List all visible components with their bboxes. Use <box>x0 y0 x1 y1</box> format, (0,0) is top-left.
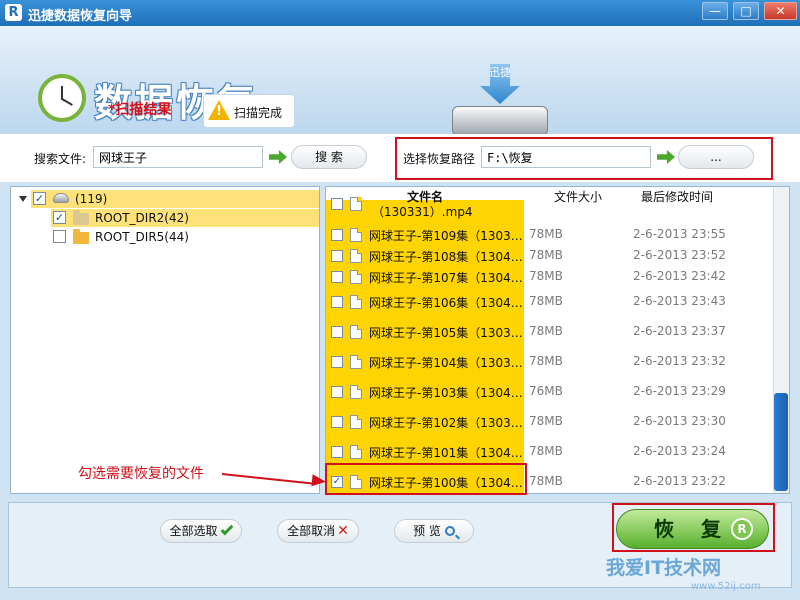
file-row-size: 76MB <box>529 384 563 398</box>
file-icon <box>350 228 362 242</box>
close-button[interactable]: ✕ <box>764 2 797 20</box>
file-row-date: 2-6-2013 23:52 <box>633 248 726 262</box>
scan-status-box: 扫描完成 <box>203 94 295 128</box>
watermark-text: 我爱IT技术网 <box>606 557 722 579</box>
file-row-date: 2-6-2013 23:29 <box>633 384 726 398</box>
file-icon <box>350 445 362 459</box>
file-icon <box>350 415 362 429</box>
tree-root-label: (119) <box>75 192 108 206</box>
file-row-date: 2-6-2013 23:55 <box>633 227 726 241</box>
tree-item-root-dir5[interactable]: ROOT_DIR5(44) <box>51 228 319 246</box>
file-row-checkbox[interactable] <box>331 271 343 283</box>
annotation-arrow-icon <box>311 474 327 488</box>
file-row-checkbox[interactable] <box>331 296 343 308</box>
file-row-date: 2-6-2013 23:30 <box>633 414 726 428</box>
file-row-size: 78MB <box>529 474 563 488</box>
file-row-checkbox[interactable] <box>331 416 343 428</box>
select-all-label: 全部选取 <box>169 524 218 538</box>
watermark-url: www.52ij.com <box>691 581 761 592</box>
cross-icon: ✕ <box>337 523 349 539</box>
selected-file-highlight-box <box>325 463 527 495</box>
column-header-size[interactable]: 文件大小 <box>554 188 602 205</box>
file-row-checkbox[interactable] <box>331 386 343 398</box>
scrollbar-thumb[interactable] <box>774 393 788 491</box>
deselect-all-label: 全部取消 <box>287 524 336 538</box>
file-row-date: 2-6-2013 23:43 <box>633 294 726 308</box>
file-icon <box>350 385 362 399</box>
select-all-button[interactable]: 全部选取 <box>160 519 242 543</box>
file-row-checkbox[interactable] <box>331 229 343 241</box>
tree-expand-icon[interactable] <box>19 196 27 202</box>
file-row-date: 2-6-2013 23:24 <box>633 444 726 458</box>
warning-icon <box>208 100 230 120</box>
file-row-name[interactable]: 网球王子-第104集（1303… <box>369 354 523 371</box>
title-bar: R 迅捷数据恢复向导 — □ ✕ <box>0 0 800 26</box>
window-title: 迅捷数据恢复向导 <box>28 9 133 24</box>
file-row-size: 78MB <box>529 414 563 428</box>
preview-button[interactable]: 预 览 <box>394 519 474 543</box>
file-row-name[interactable]: 网球王子-第105集（1303… <box>369 324 523 341</box>
file-row-size: 78MB <box>529 444 563 458</box>
folder-tree[interactable]: ✓ (119) ✓ ROOT_DIR2(42) ROOT_DIR5(44) <box>10 186 320 494</box>
file-row-size: 78MB <box>529 354 563 368</box>
search-input[interactable] <box>93 146 263 168</box>
file-row-name[interactable]: 网球王子-第106集（1304… <box>369 294 523 311</box>
file-row-size: 78MB <box>529 269 563 283</box>
check-icon <box>220 522 233 536</box>
tree-item-label: ROOT_DIR2(42) <box>95 211 189 225</box>
disk-icon <box>53 193 69 203</box>
tree-item-label: ROOT_DIR5(44) <box>95 230 189 244</box>
folder-icon <box>73 229 89 244</box>
file-icon <box>350 325 362 339</box>
tree-item-root-dir2[interactable]: ✓ ROOT_DIR2(42) <box>51 209 319 227</box>
annotation-text: 勾选需要恢复的文件 <box>78 466 204 482</box>
scan-status-text: 扫描完成 <box>234 106 283 120</box>
maximize-button[interactable]: □ <box>733 2 759 20</box>
file-row-date: 2-6-2013 23:42 <box>633 269 726 283</box>
file-row-date: 2-6-2013 23:32 <box>633 354 726 368</box>
file-row-name[interactable]: 网球王子-第108集（1304… <box>369 248 523 265</box>
file-icon <box>350 355 362 369</box>
file-row-name[interactable]: 网球王子-第101集（1304… <box>369 444 523 461</box>
file-row-date: 2-6-2013 23:22 <box>633 474 726 488</box>
clock-icon <box>38 74 86 122</box>
file-icon <box>350 270 362 284</box>
file-row-name[interactable]: 网球王子-第102集（1303… <box>369 414 523 431</box>
file-row-checkbox[interactable] <box>331 356 343 368</box>
search-button[interactable]: 搜 索 <box>291 145 367 169</box>
file-row-checkbox[interactable] <box>331 250 343 262</box>
file-row-size: 78MB <box>529 227 563 241</box>
file-row-checkbox[interactable] <box>331 326 343 338</box>
folder-open-icon <box>73 210 89 225</box>
deselect-all-button[interactable]: 全部取消 ✕ <box>277 519 359 543</box>
file-row-checkbox[interactable] <box>331 446 343 458</box>
file-row-size: 78MB <box>529 324 563 338</box>
hard-drive-icon: 迅捷 <box>452 64 548 140</box>
minimize-button[interactable]: — <box>702 2 728 20</box>
tree-root-checkbox[interactable]: ✓ <box>33 192 46 205</box>
file-row-name[interactable]: 网球王子-第103集（1304… <box>369 384 523 401</box>
file-row-size: 78MB <box>529 248 563 262</box>
file-row-size: 78MB <box>529 294 563 308</box>
file-icon <box>350 249 362 263</box>
file-row-name[interactable]: （130331）.mp4 <box>372 203 473 220</box>
file-row-name[interactable]: 网球王子-第109集（1303… <box>369 227 523 244</box>
tree-root-row[interactable]: ✓ (119) <box>31 190 319 208</box>
preview-label: 预 览 <box>413 524 441 538</box>
scan-result-label: *扫描结果 <box>108 102 172 118</box>
drive-arrow-label: 迅捷 <box>480 64 520 104</box>
tree-item-checkbox[interactable]: ✓ <box>53 211 66 224</box>
search-label: 搜索文件: <box>34 152 87 166</box>
magnifier-icon <box>444 526 455 536</box>
file-row-date: 2-6-2013 23:37 <box>633 324 726 338</box>
tree-item-checkbox[interactable] <box>53 230 66 243</box>
path-highlight-box <box>395 137 773 180</box>
file-icon <box>350 295 362 309</box>
file-icon <box>350 197 362 211</box>
column-header-date[interactable]: 最后修改时间 <box>641 188 713 205</box>
file-row-name[interactable]: 网球王子-第107集（1304… <box>369 269 523 286</box>
recover-highlight-box <box>612 503 775 552</box>
file-row-checkbox[interactable] <box>331 198 343 210</box>
app-logo-icon: R <box>5 4 22 21</box>
